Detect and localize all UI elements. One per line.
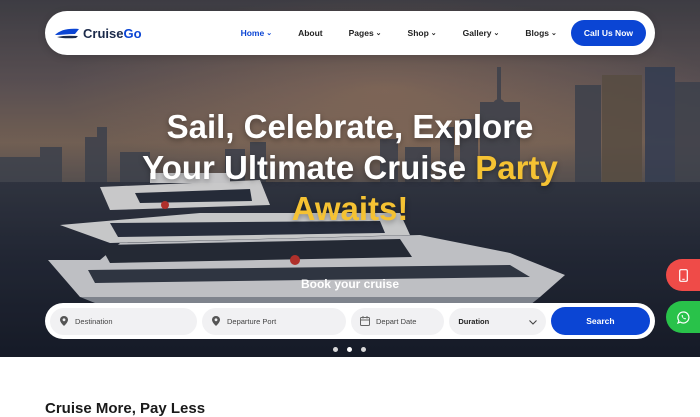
departure-port-field[interactable]: Departure Port xyxy=(201,307,346,335)
carousel-dot[interactable] xyxy=(361,347,366,352)
hero-title-line2-text: Your Ultimate Cruise xyxy=(142,149,476,186)
hero-title-line2: Your Ultimate Cruise Party xyxy=(0,147,700,188)
chevron-down-icon: ⌄ xyxy=(375,30,382,37)
floating-whatsapp-button[interactable] xyxy=(666,301,700,333)
duration-value: Duration xyxy=(458,316,490,326)
search-button[interactable]: Search xyxy=(550,307,650,335)
chevron-down-icon: ⌄ xyxy=(493,30,500,37)
floating-phone-button[interactable] xyxy=(666,259,700,291)
nav-item-shop[interactable]: Shop ⌄ xyxy=(408,28,437,38)
call-us-button[interactable]: Call Us Now xyxy=(570,20,646,46)
brand-name: CruiseGo xyxy=(83,26,142,41)
brand-name-part1: Cruise xyxy=(83,25,124,41)
chevron-down-icon: ⌄ xyxy=(551,30,557,37)
calendar-icon xyxy=(359,316,370,326)
nav-item-about-label: About xyxy=(298,28,323,38)
nav-item-blogs-label: Blogs xyxy=(525,28,549,38)
nav-item-gallery[interactable]: Gallery ⌄ xyxy=(463,28,500,38)
chevron-down-icon: ⌄ xyxy=(430,30,437,37)
map-pin-icon xyxy=(59,316,69,326)
nav-item-gallery-label: Gallery xyxy=(462,28,492,38)
phone-icon xyxy=(678,268,688,282)
departure-port-placeholder: Departure Port xyxy=(226,316,277,326)
whatsapp-icon xyxy=(676,310,689,324)
nav-item-home-label: Home xyxy=(240,28,265,38)
chevron-down-icon xyxy=(528,312,537,330)
cruise-search-bar: Destination Departure Port Depart Date D… xyxy=(45,303,655,339)
brand-name-part2: Go xyxy=(123,25,142,41)
chevron-down-icon: ⌄ xyxy=(266,30,273,37)
destination-placeholder: Destination xyxy=(75,316,113,326)
duration-select[interactable]: Duration xyxy=(449,307,546,335)
carousel-dots xyxy=(333,347,375,352)
depart-date-field[interactable]: Depart Date xyxy=(350,307,445,335)
top-navbar: CruiseGo Home ⌄ About Pages ⌄ Shop ⌄ Gal… xyxy=(45,11,655,55)
nav-item-pages-label: Pages xyxy=(348,28,374,38)
nav-item-home[interactable]: Home ⌄ xyxy=(241,28,273,38)
book-cruise-heading: Book your cruise xyxy=(300,277,400,291)
nav-item-blogs[interactable]: Blogs ⌄ xyxy=(525,28,557,38)
hero-title-line1: Sail, Celebrate, Explore xyxy=(166,108,534,145)
carousel-dot[interactable] xyxy=(333,347,338,352)
nav-item-pages[interactable]: Pages ⌄ xyxy=(349,28,382,38)
map-pin-icon xyxy=(211,316,221,326)
main-nav: Home ⌄ About Pages ⌄ Shop ⌄ Gallery ⌄ Bl… xyxy=(241,20,655,46)
nav-item-shop-label: Shop xyxy=(407,28,429,38)
carousel-dot-active[interactable] xyxy=(347,347,352,352)
hero-title-line3: Awaits! xyxy=(291,190,409,227)
hero-title-line2-accent: Party xyxy=(475,149,558,186)
logo-ship-icon xyxy=(55,28,79,39)
section-title: Cruise More, Pay Less xyxy=(45,400,206,417)
brand-logo[interactable]: CruiseGo xyxy=(54,26,142,41)
destination-field[interactable]: Destination xyxy=(50,307,197,335)
depart-date-placeholder: Depart Date xyxy=(375,316,417,326)
nav-item-about[interactable]: About xyxy=(298,28,323,38)
